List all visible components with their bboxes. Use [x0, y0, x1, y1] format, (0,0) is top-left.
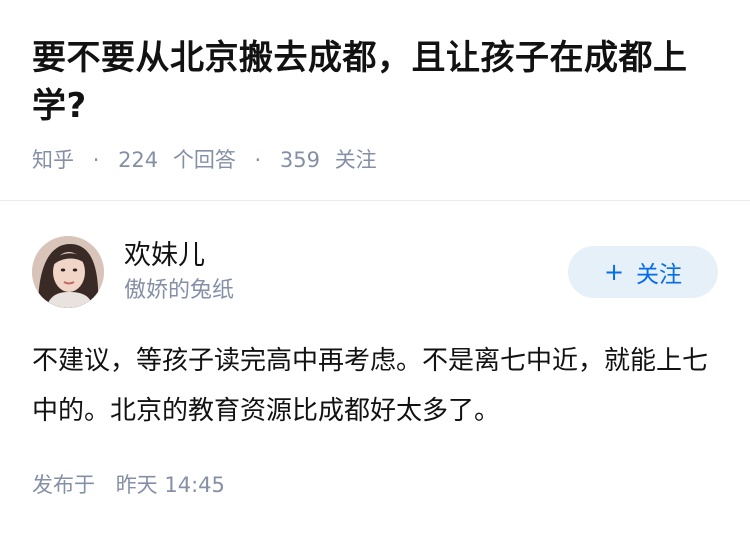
- question-meta: 知乎 · 224 个回答 · 359 关注: [32, 145, 377, 175]
- author-card: 欢妹儿 傲娇的兔纸 + 关注: [32, 236, 718, 308]
- follower-count-label[interactable]: 关注: [335, 145, 377, 175]
- plus-icon: +: [603, 258, 625, 286]
- follower-count: 359: [279, 148, 320, 172]
- author-name[interactable]: 欢妹儿: [124, 238, 205, 274]
- source-label[interactable]: 知乎: [32, 145, 74, 175]
- answer-count: 224: [118, 148, 159, 172]
- follow-button-label: 关注: [636, 262, 683, 288]
- avatar[interactable]: [32, 236, 104, 308]
- section-divider: [0, 200, 750, 201]
- published-time: 昨天 14:45: [115, 473, 225, 497]
- question-header: 要不要从北京搬去成都，且让孩子在成都上学?: [32, 34, 722, 130]
- answer-content: 不建议，等孩子读完高中再考虑。不是离七中近，就能上七中的。北京的教育资源比成都好…: [32, 346, 709, 426]
- follow-button[interactable]: + 关注: [568, 246, 718, 298]
- question-title[interactable]: 要不要从北京搬去成都，且让孩子在成都上学?: [32, 34, 722, 130]
- publish-info: 发布于 昨天 14:45: [32, 470, 225, 500]
- author-bio: 傲娇的兔纸: [124, 278, 235, 303]
- user-avatar-photo-icon: [32, 236, 104, 308]
- meta-separator: ·: [92, 148, 100, 172]
- published-label: 发布于: [32, 473, 95, 497]
- meta-separator: ·: [254, 148, 262, 172]
- answer-count-label[interactable]: 个回答: [173, 145, 236, 175]
